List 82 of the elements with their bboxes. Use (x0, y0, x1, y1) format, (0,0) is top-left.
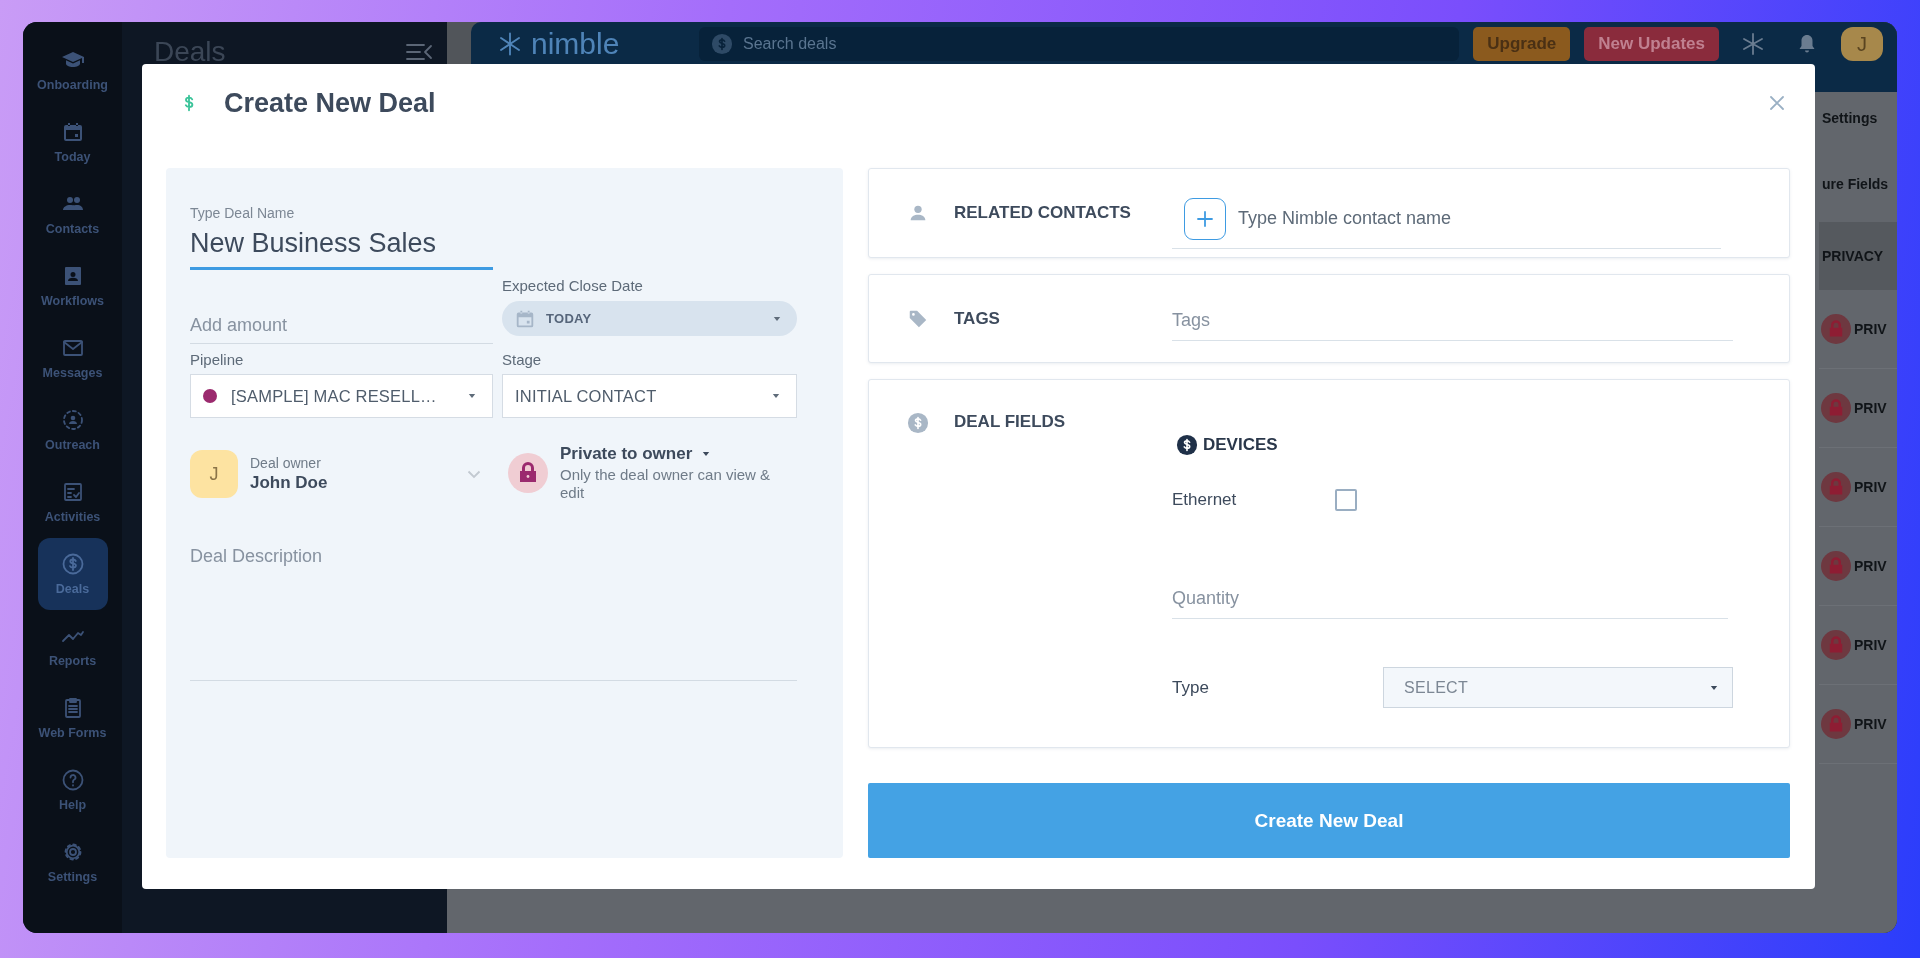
field-label: Ethernet (1172, 490, 1238, 510)
collapse-icon (405, 42, 433, 62)
avatar: J (190, 450, 238, 498)
sidebar-item[interactable]: Settings (37, 826, 108, 898)
section-title: RELATED CONTACTS (954, 203, 1132, 223)
close-icon (1769, 95, 1785, 111)
tab-link[interactable]: Settings (1819, 92, 1897, 144)
privacy-dropdown[interactable]: Private to owner (560, 444, 711, 464)
sidebar-item[interactable]: Today (37, 106, 108, 178)
dollar-circle-icon (60, 552, 85, 576)
sidebar-item[interactable]: Activities (37, 466, 108, 538)
sidebar-item[interactable]: Reports (37, 610, 108, 682)
owner-dropdown-button[interactable] (467, 469, 481, 479)
tab-link[interactable]: ure Fields (1819, 144, 1897, 212)
collapse-button[interactable] (405, 42, 433, 62)
sidebar-item[interactable]: Help (37, 754, 108, 826)
column-header: PRIVACY (1819, 222, 1897, 290)
privacy-label: PRIV (1854, 637, 1887, 653)
section-title: TAGS (954, 308, 1001, 329)
close-button[interactable] (1769, 95, 1785, 111)
stage-dropdown[interactable]: INITIAL CONTACT (502, 374, 797, 418)
lock-icon (1821, 551, 1851, 581)
pipeline-dropdown[interactable]: [SAMPLE] MAC RESELL… (190, 374, 493, 418)
caret-icon (702, 451, 711, 457)
sidebar-item[interactable]: Web Forms (37, 682, 108, 754)
checkbox[interactable] (1335, 489, 1357, 511)
sidebar-item[interactable]: Deals (37, 538, 108, 610)
logo-text: nimble (531, 27, 620, 61)
help-icon (60, 768, 85, 792)
group-title: DEVICES (1203, 435, 1278, 455)
dialog-title: Create New Deal (224, 87, 437, 119)
caret-icon (1710, 684, 1718, 691)
caret-icon (468, 393, 476, 399)
lock-icon (1821, 709, 1851, 739)
sidebar-item[interactable]: Outreach (37, 394, 108, 466)
outreach-icon (60, 408, 85, 432)
privacy-description: Only the deal owner can view & edit (560, 466, 772, 502)
field-label: Stage (502, 352, 543, 368)
sidebar-item[interactable]: Onboarding (37, 34, 108, 106)
privacy-label: PRIV (1854, 558, 1887, 574)
privacy-label: PRIV (1854, 400, 1887, 416)
tags-input[interactable]: Tags (1172, 306, 1733, 334)
owner-name: John Doe (250, 473, 329, 493)
owner-label: Deal owner (250, 455, 322, 471)
dollar-circle-icon (1176, 434, 1198, 456)
quantity-field[interactable]: Quantity (1172, 578, 1728, 619)
privacy-label: PRIV (1854, 716, 1887, 732)
create-deal-button[interactable]: Create New Deal (868, 783, 1790, 858)
field-label: Expected Close Date (502, 278, 644, 294)
search-field[interactable]: Search deals (743, 33, 1448, 55)
search-bar[interactable]: Search deals (699, 27, 1460, 61)
privacy-label: PRIV (1854, 479, 1887, 495)
upgrade-button[interactable]: Upgrade (1473, 27, 1571, 61)
caret-icon (772, 393, 780, 399)
lock-icon (1821, 314, 1851, 344)
lock-icon (1821, 393, 1851, 423)
avatar[interactable]: J (1841, 27, 1883, 61)
pipeline-dot-icon (203, 389, 217, 403)
add-contact-button[interactable] (1184, 197, 1226, 240)
dollar-icon (711, 33, 733, 55)
updates-button[interactable]: New Updates (1584, 27, 1719, 61)
field-label: Pipeline (190, 352, 245, 368)
description-field[interactable]: Deal Description (190, 542, 797, 681)
sparkle-icon (1741, 32, 1765, 56)
sidebar-item[interactable]: Contacts (37, 178, 108, 250)
lock-icon (1821, 630, 1851, 660)
lock-icon (1821, 472, 1851, 502)
privacy-label: PRIV (1854, 321, 1887, 337)
section-title: DEAL FIELDS (954, 412, 1067, 432)
contact-field[interactable]: Type Nimble contact name (1238, 203, 1721, 234)
type-dropdown[interactable]: SELECT (1383, 667, 1733, 708)
deal-name-field[interactable]: Type Deal Name New Business Sales (190, 205, 493, 270)
dollar-circle-icon (906, 412, 929, 434)
sidebar-item[interactable]: Messages (37, 322, 108, 394)
date-dropdown[interactable]: TODAY (502, 301, 797, 336)
amount-field[interactable]: Add amount (190, 307, 493, 344)
field-label: Type (1172, 677, 1210, 698)
caret-icon (773, 315, 781, 322)
chevron-icon (467, 469, 481, 479)
lock-icon (508, 453, 548, 493)
plus-icon (1197, 210, 1213, 227)
sidebar-item[interactable]: Workflows (37, 250, 108, 322)
